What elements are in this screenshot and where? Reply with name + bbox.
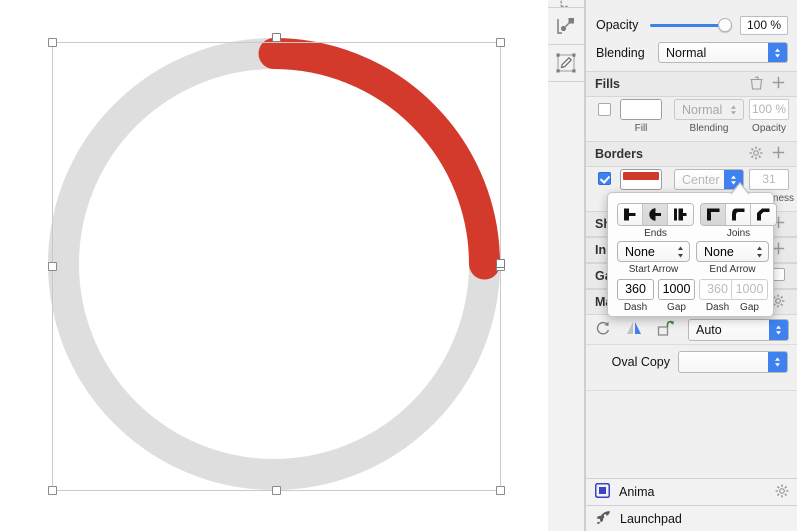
fill-enabled-checkbox[interactable] xyxy=(598,103,611,116)
fills-title: Fills xyxy=(595,77,621,91)
canvas-area[interactable] xyxy=(0,0,548,531)
plugin-row-anima[interactable]: Anima xyxy=(586,478,797,505)
fill-blending-select[interactable]: Normal xyxy=(674,99,744,120)
arc-start-point-handle[interactable] xyxy=(272,33,281,42)
chevron-updown-icon xyxy=(768,43,787,62)
gap-1-caption: Gap xyxy=(667,302,686,313)
end-cap-butt-option[interactable] xyxy=(618,204,643,225)
chevron-updown-icon xyxy=(756,245,763,262)
blending-label: Blending xyxy=(596,45,645,60)
end-cap-round-option[interactable] xyxy=(643,204,668,225)
ends-segmented-control[interactable] xyxy=(617,203,694,226)
transform-mode-select[interactable]: Auto xyxy=(688,318,789,341)
resize-handle-bottom-left[interactable] xyxy=(48,486,57,495)
gap-1-input[interactable]: 1000 xyxy=(658,279,695,300)
gap-2-caption: Gap xyxy=(740,302,759,313)
add-fill-button[interactable] xyxy=(767,76,789,92)
border-options-popover: Ends Joins None Start Arrow None End Arr… xyxy=(607,182,777,317)
start-arrow-value: None xyxy=(625,244,655,259)
arc-red-segment xyxy=(258,38,500,280)
joins-caption: Joins xyxy=(726,228,751,239)
border-color-swatch[interactable] xyxy=(620,169,662,190)
fill-caption: Fill xyxy=(634,123,648,134)
link-row: Oval Copy xyxy=(586,345,797,379)
resize-handle-top-left[interactable] xyxy=(48,38,57,47)
tool-pencil[interactable] xyxy=(548,45,584,82)
tool-crop[interactable] xyxy=(548,0,584,8)
borders-section-header: Borders xyxy=(586,141,797,167)
link-select[interactable] xyxy=(678,351,788,373)
arc-end-point-handle[interactable] xyxy=(496,259,505,268)
join-bevel-option[interactable] xyxy=(751,204,776,225)
fill-blending-caption: Blending xyxy=(689,123,729,134)
plugin-name: Anima xyxy=(619,485,655,499)
oval-arc-shape[interactable] xyxy=(0,0,548,531)
rotate-icon[interactable] xyxy=(595,320,611,339)
gap-2-input[interactable]: 1000 xyxy=(731,279,768,300)
gear-icon[interactable] xyxy=(745,146,767,163)
border-position-value: Center xyxy=(682,172,720,187)
unlock-aspect-icon[interactable] xyxy=(657,320,675,339)
fill-opacity-input[interactable]: 100 % xyxy=(749,99,789,120)
opacity-slider[interactable] xyxy=(650,18,732,32)
border-thickness-input[interactable]: 31 xyxy=(749,169,789,190)
vector-point-icon xyxy=(557,18,574,34)
dash-1-input[interactable]: 360 xyxy=(617,279,654,300)
plugin-name: Launchpad xyxy=(620,512,682,526)
chevron-updown-icon xyxy=(768,352,787,372)
end-arrow-value: None xyxy=(704,244,734,259)
fill-opacity-caption: Opacity xyxy=(752,123,786,134)
tool-vector-path[interactable] xyxy=(548,8,584,45)
chevron-updown-icon xyxy=(769,319,788,340)
flip-horizontal-icon[interactable] xyxy=(624,320,644,339)
opacity-row: Opacity 100 % xyxy=(586,12,797,38)
divider xyxy=(586,390,797,391)
transform-toolbar: Auto xyxy=(586,315,797,345)
crop-icon xyxy=(560,0,570,7)
opacity-label: Opacity xyxy=(596,18,639,32)
joins-segmented-control[interactable] xyxy=(700,203,777,226)
transform-mode-value: Auto xyxy=(696,322,722,337)
resize-handle-bottom-center[interactable] xyxy=(272,486,281,495)
opacity-value-input[interactable]: 100 % xyxy=(740,15,788,35)
pencil-icon xyxy=(556,53,576,73)
fill-blending-value: Normal xyxy=(682,102,723,117)
resize-handle-bottom-right[interactable] xyxy=(496,486,505,495)
resize-handle-top-right[interactable] xyxy=(496,38,505,47)
tool-strip xyxy=(548,0,585,531)
plugin-row-launchpad[interactable]: Launchpad xyxy=(586,505,797,531)
start-arrow-select[interactable]: None xyxy=(617,241,690,262)
end-arrow-caption: End Arrow xyxy=(709,264,756,275)
borders-title: Borders xyxy=(595,147,643,161)
chevron-updown-icon xyxy=(724,100,743,119)
dash-1-caption: Dash xyxy=(623,302,648,313)
anima-icon xyxy=(594,482,611,501)
border-enabled-checkbox[interactable] xyxy=(598,172,611,185)
rocket-icon xyxy=(595,510,611,529)
join-round-option[interactable] xyxy=(726,204,751,225)
ends-caption: Ends xyxy=(644,228,667,239)
fills-section-header: Fills xyxy=(586,71,797,97)
link-label: Oval Copy xyxy=(611,355,670,369)
end-arrow-select[interactable]: None xyxy=(696,241,769,262)
blending-row: Blending Normal xyxy=(586,38,797,67)
border-position-select[interactable]: Center xyxy=(674,169,744,190)
chevron-updown-icon xyxy=(677,245,684,262)
fill-row: Fill Normal Blending 100 % Opacity xyxy=(586,97,797,141)
app-window: Opacity 100 % Blending Normal Fills Fill… xyxy=(0,0,797,531)
join-miter-option[interactable] xyxy=(701,204,726,225)
end-cap-square-option[interactable] xyxy=(668,204,693,225)
start-arrow-caption: Start Arrow xyxy=(628,264,679,275)
trash-icon[interactable] xyxy=(745,76,767,93)
resize-handle-left-middle[interactable] xyxy=(48,262,57,271)
blending-select[interactable]: Normal xyxy=(658,42,788,63)
fill-color-swatch[interactable] xyxy=(620,99,662,120)
selection-edge-top xyxy=(52,42,500,43)
add-border-button[interactable] xyxy=(767,146,789,162)
gear-icon[interactable] xyxy=(775,484,789,501)
blending-value: Normal xyxy=(666,45,707,60)
opacity-slider-knob[interactable] xyxy=(718,18,732,32)
